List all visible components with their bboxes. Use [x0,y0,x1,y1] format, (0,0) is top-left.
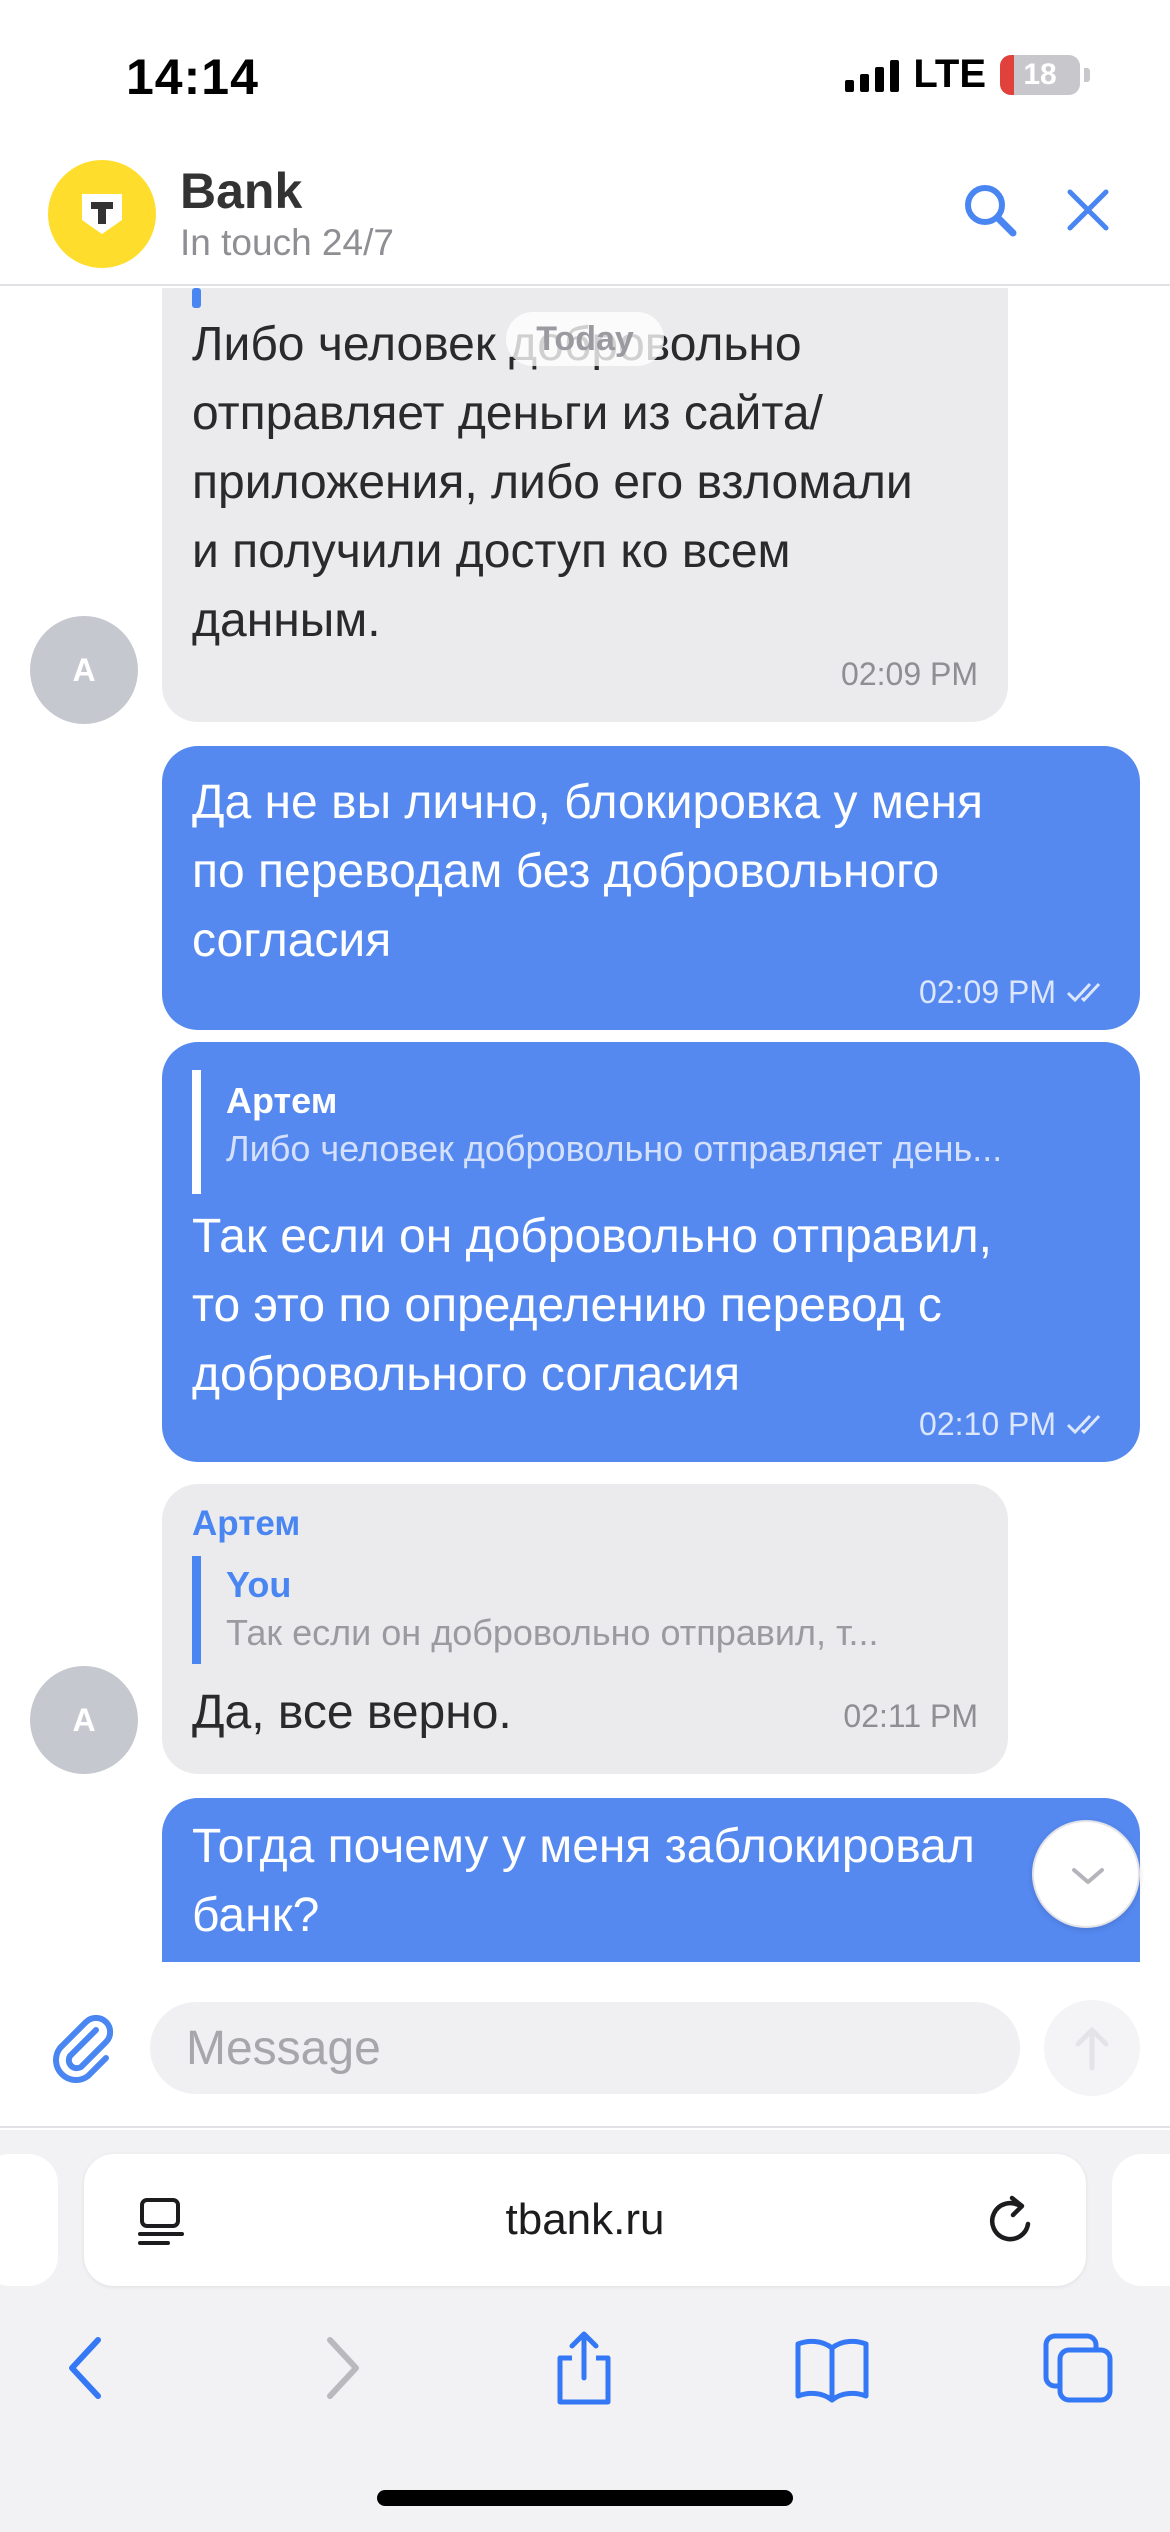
search-icon [965,185,1017,237]
message-input[interactable] [150,2002,1020,2094]
home-indicator[interactable] [377,2490,793,2506]
message-text: Тогда почему у меня заблокировал банк? [192,1820,975,1942]
battery-icon: 18 [1000,54,1080,95]
quote-author: You [226,1564,292,1605]
avatar[interactable]: A [30,616,138,724]
reply-quote[interactable]: Артем Либо человек добровольно отправляе… [192,1070,1110,1194]
forward-button[interactable] [300,2328,380,2408]
message-bubble-outgoing[interactable]: Да не вы лично, блокировка у меня по пер… [162,746,1140,1030]
send-button[interactable] [1044,2000,1140,2096]
status-bar: 14:14 LTE 18 [0,0,1170,150]
forward-icon [327,2337,359,2399]
share-icon [557,2331,611,2405]
bank-logo [48,160,156,268]
reply-quote[interactable]: You Так если он добровольно отправил, т.… [192,1556,978,1664]
paperclip-icon [53,2014,114,2083]
message-bubble-incoming[interactable]: Артем You Так если он добровольно отправ… [162,1484,1008,1774]
attach-button[interactable] [44,2008,120,2084]
browser-chrome: tbank.ru [0,2130,1170,2532]
previous-tab-preview[interactable] [0,2154,58,2286]
shield-logo-icon [82,194,122,234]
chevron-down-icon [1072,1868,1104,1884]
message-text: Да не вы лично, блокировка у меня по пер… [192,776,984,967]
sender-name: Артем [192,1504,301,1543]
double-check-icon [1066,1414,1101,1435]
chat-subtitle: In touch 24/7 [180,222,394,263]
bookmarks-button[interactable] [792,2328,872,2408]
search-button[interactable] [960,180,1020,240]
double-check-icon [1066,982,1101,1003]
avatar[interactable]: A [30,1666,138,1774]
date-separator: Today [506,312,664,366]
scroll-down-button[interactable] [1032,1820,1140,1928]
battery-level: 18 [1023,57,1057,91]
network-label: LTE [913,52,986,96]
quote-text: Так если он добровольно отправил, т... [226,1612,879,1653]
quote-text: Либо человек добровольно отправляет день… [226,1128,1003,1169]
close-button[interactable] [1058,180,1118,240]
message-list[interactable]: Либо человек добровольно отправляет день… [0,288,1170,1962]
quote-author: Артем [226,1080,338,1121]
message-composer [0,1962,1170,2128]
url-text[interactable]: tbank.ru [84,2154,1086,2286]
message-time: 02:11 PM [843,1698,978,1734]
message-time: 02:10 PM [919,1406,1056,1442]
chat-header: Bank In touch 24/7 [0,150,1170,286]
message-text: Да, все верно. [192,1686,512,1739]
quote-bar-fragment [192,288,201,308]
signal-icon [845,58,900,92]
arrow-up-icon [1075,2027,1109,2071]
status-time: 14:14 [126,49,259,105]
battery-tip [1084,67,1090,82]
close-icon [1067,189,1109,231]
message-text: Так если он добровольно отправил, то это… [192,1210,992,1401]
back-icon [69,2337,101,2399]
status-indicators: LTE 18 [845,52,1090,97]
reload-icon[interactable] [984,2194,1038,2248]
tabs-icon [1043,2333,1113,2403]
tabs-button[interactable] [1038,2328,1118,2408]
share-button[interactable] [544,2328,624,2408]
message-time: 02:09 PM [919,974,1056,1010]
chat-title: Bank [180,163,303,219]
back-button[interactable] [48,2328,128,2408]
next-tab-preview[interactable] [1112,2154,1170,2286]
message-time: 02:09 PM [841,656,978,692]
message-bubble-outgoing[interactable]: Артем Либо человек добровольно отправляе… [162,1042,1140,1462]
message-bubble-outgoing[interactable]: Тогда почему у меня заблокировал банк? [162,1798,1140,1962]
address-bar[interactable]: tbank.ru [84,2154,1086,2286]
bookmarks-icon [795,2338,869,2403]
